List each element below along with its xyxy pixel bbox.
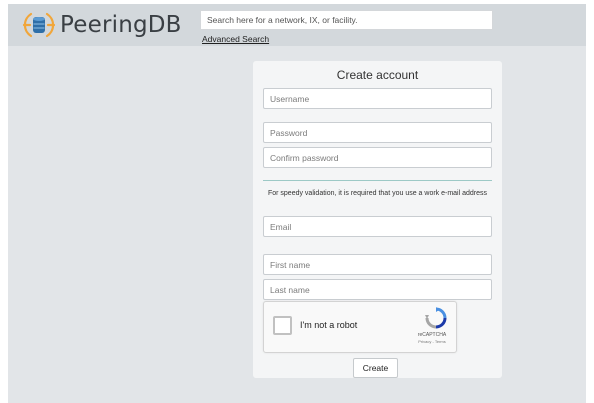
create-account-panel: Create account For speedy validation, it… [253,61,502,378]
recaptcha-label: I'm not a robot [300,320,358,330]
search-input[interactable] [200,10,493,30]
recaptcha-icon [425,307,447,329]
logo[interactable]: PeeringDB [22,8,182,42]
advanced-search-link[interactable]: Advanced Search [202,34,269,44]
username-field[interactable] [263,88,492,109]
recaptcha-terms-link[interactable]: Privacy - Terms [407,339,457,344]
peeringdb-logo-icon [22,12,56,38]
first-name-field[interactable] [263,254,492,275]
page-frame: PeeringDB Advanced Search Create account… [8,4,586,403]
confirm-password-field[interactable] [263,147,492,168]
recaptcha-checkbox[interactable] [273,316,292,335]
create-button[interactable]: Create [353,358,398,378]
brand-name: PeeringDB [60,12,182,38]
header: PeeringDB Advanced Search [8,4,586,46]
divider [263,180,492,181]
email-field[interactable] [263,216,492,237]
page-title: Create account [336,68,419,82]
recaptcha-widget: I'm not a robot reCAPTCHA Privacy - Term… [263,301,457,353]
work-email-note: For speedy validation, it is required th… [267,190,488,197]
password-field[interactable] [263,122,492,143]
recaptcha-brand: reCAPTCHA [417,332,447,338]
last-name-field[interactable] [263,279,492,300]
